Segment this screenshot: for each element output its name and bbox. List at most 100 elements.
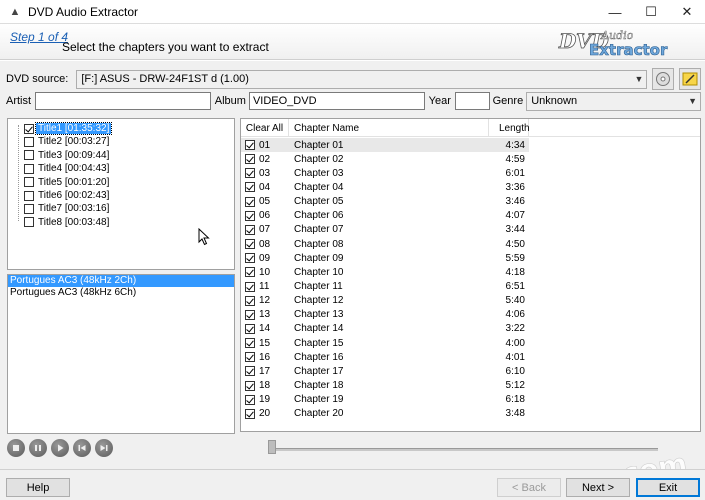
chapter-row[interactable]: 14 Chapter 14 3:22 [241, 322, 529, 336]
length-header[interactable]: Length [489, 119, 530, 137]
chapter-row[interactable]: 08 Chapter 08 4:50 [241, 237, 529, 251]
chapter-row[interactable]: 20 Chapter 20 3:48 [241, 407, 529, 421]
title-item[interactable]: Title3 [00:09:44] [24, 149, 111, 162]
pause-button[interactable] [29, 439, 47, 457]
title-item[interactable]: Title1 [01:35:32] [24, 122, 113, 135]
chapter-name[interactable]: Chapter 18 [289, 380, 489, 391]
chapter-name[interactable]: Chapter 01 [289, 140, 489, 151]
chapter-checkbox[interactable] [245, 196, 255, 207]
chapter-row[interactable]: 05 Chapter 05 3:46 [241, 195, 529, 209]
title-item[interactable]: Title8 [00:03:48] [24, 216, 111, 229]
chapter-checkbox[interactable] [245, 239, 255, 250]
title-item[interactable]: Title2 [00:03:27] [24, 135, 111, 148]
chapter-checkbox[interactable] [245, 352, 255, 363]
chapter-name-header[interactable]: Chapter Name [289, 119, 489, 137]
chapter-checkbox[interactable] [245, 323, 255, 334]
title-item[interactable]: Title4 [00:04:43] [24, 162, 111, 175]
title-checkbox[interactable] [24, 163, 34, 174]
stop-button[interactable] [7, 439, 25, 457]
chapter-checkbox[interactable] [245, 338, 255, 349]
chapter-row[interactable]: 09 Chapter 09 5:59 [241, 251, 529, 265]
chapter-row[interactable]: 01 Chapter 01 4:34 [241, 138, 529, 152]
genre-select[interactable]: Unknown ▼ [526, 91, 701, 111]
chapter-checkbox[interactable] [245, 154, 255, 165]
chapter-checkbox[interactable] [245, 366, 255, 377]
title-checkbox[interactable] [24, 150, 34, 161]
dvd-source-select[interactable]: [F:] ASUS - DRW-24F1ST d (1.00) ▼ [76, 69, 648, 89]
disc-info-button[interactable] [652, 68, 675, 90]
chapter-checkbox[interactable] [245, 140, 255, 150]
chapter-row[interactable]: 15 Chapter 15 4:00 [241, 336, 529, 350]
artist-field[interactable] [35, 92, 211, 110]
audio-track-item[interactable]: Portugues AC3 (48kHz 6Ch) [8, 287, 234, 299]
chapter-checkbox[interactable] [245, 253, 255, 264]
chapter-name[interactable]: Chapter 11 [289, 281, 489, 292]
chapter-checkbox[interactable] [245, 267, 255, 278]
close-icon[interactable]: ✕ [669, 0, 705, 24]
chapter-name[interactable]: Chapter 06 [289, 210, 489, 221]
album-field[interactable]: VIDEO_DVD [248, 92, 425, 110]
chapter-checkbox[interactable] [245, 168, 255, 179]
next-button[interactable]: Next > [566, 478, 630, 497]
chapter-checkbox[interactable] [245, 182, 255, 193]
chapter-name[interactable]: Chapter 08 [289, 239, 489, 250]
edit-tags-button[interactable] [679, 68, 702, 90]
title-item[interactable]: Title7 [00:03:16] [24, 202, 111, 215]
chapter-checkbox[interactable] [245, 224, 255, 235]
title-checkbox[interactable] [24, 136, 34, 147]
chapter-row[interactable]: 18 Chapter 18 5:12 [241, 379, 529, 393]
chapter-name[interactable]: Chapter 05 [289, 196, 489, 207]
chapter-name[interactable]: Chapter 20 [289, 408, 489, 419]
chapter-name[interactable]: Chapter 15 [289, 338, 489, 349]
title-checkbox[interactable] [24, 190, 34, 201]
chapter-row[interactable]: 19 Chapter 19 6:18 [241, 393, 529, 407]
title-item[interactable]: Title5 [00:01:20] [24, 176, 111, 189]
chapter-name[interactable]: Chapter 17 [289, 366, 489, 377]
chapter-row[interactable]: 11 Chapter 11 6:51 [241, 280, 529, 294]
clear-all-button[interactable]: Clear All [241, 119, 289, 137]
chapter-row[interactable]: 04 Chapter 04 3:36 [241, 180, 529, 194]
chapter-name[interactable]: Chapter 09 [289, 253, 489, 264]
chapter-name[interactable]: Chapter 04 [289, 182, 489, 193]
chapter-name[interactable]: Chapter 10 [289, 267, 489, 278]
chapter-checkbox[interactable] [245, 394, 255, 405]
title-checkbox[interactable] [24, 177, 34, 188]
year-field[interactable] [454, 92, 490, 110]
chapter-name[interactable]: Chapter 03 [289, 168, 489, 179]
minimize-icon[interactable]: — [597, 0, 633, 24]
chapter-checkbox[interactable] [245, 380, 255, 391]
maximize-icon[interactable]: ☐ [633, 0, 669, 24]
chapter-row[interactable]: 16 Chapter 16 4:01 [241, 350, 529, 364]
chapter-row[interactable]: 12 Chapter 12 5:40 [241, 294, 529, 308]
chapter-checkbox[interactable] [245, 210, 255, 221]
chapter-name[interactable]: Chapter 12 [289, 295, 489, 306]
chapter-checkbox[interactable] [245, 295, 255, 306]
previous-button[interactable] [73, 439, 91, 457]
chapter-row[interactable]: 02 Chapter 02 4:59 [241, 152, 529, 166]
seek-track[interactable] [268, 448, 658, 451]
exit-button[interactable]: Exit [636, 478, 700, 497]
chapter-name[interactable]: Chapter 16 [289, 352, 489, 363]
help-button[interactable]: Help [6, 478, 70, 497]
title-checkbox[interactable] [24, 217, 34, 228]
chapter-name[interactable]: Chapter 19 [289, 394, 489, 405]
chapter-checkbox[interactable] [245, 309, 255, 320]
chapter-row[interactable]: 13 Chapter 13 4:06 [241, 308, 529, 322]
chapter-name[interactable]: Chapter 02 [289, 154, 489, 165]
back-button[interactable]: < Back [497, 478, 561, 497]
chapter-name[interactable]: Chapter 14 [289, 323, 489, 334]
chapter-row[interactable]: 10 Chapter 10 4:18 [241, 265, 529, 279]
title-checkbox[interactable] [24, 123, 34, 134]
chapter-row[interactable]: 17 Chapter 17 6:10 [241, 364, 529, 378]
chapter-name[interactable]: Chapter 07 [289, 224, 489, 235]
audio-track-item[interactable]: Portugues AC3 (48kHz 2Ch) [8, 275, 234, 287]
chapter-row[interactable]: 07 Chapter 07 3:44 [241, 223, 529, 237]
chapter-checkbox[interactable] [245, 281, 255, 292]
chapter-row[interactable]: 03 Chapter 03 6:01 [241, 166, 529, 180]
chapter-row[interactable]: 06 Chapter 06 4:07 [241, 209, 529, 223]
play-button[interactable] [51, 439, 69, 457]
seek-thumb[interactable] [268, 440, 276, 454]
next-track-button[interactable] [95, 439, 113, 457]
title-checkbox[interactable] [24, 203, 34, 214]
title-item[interactable]: Title6 [00:02:43] [24, 189, 111, 202]
